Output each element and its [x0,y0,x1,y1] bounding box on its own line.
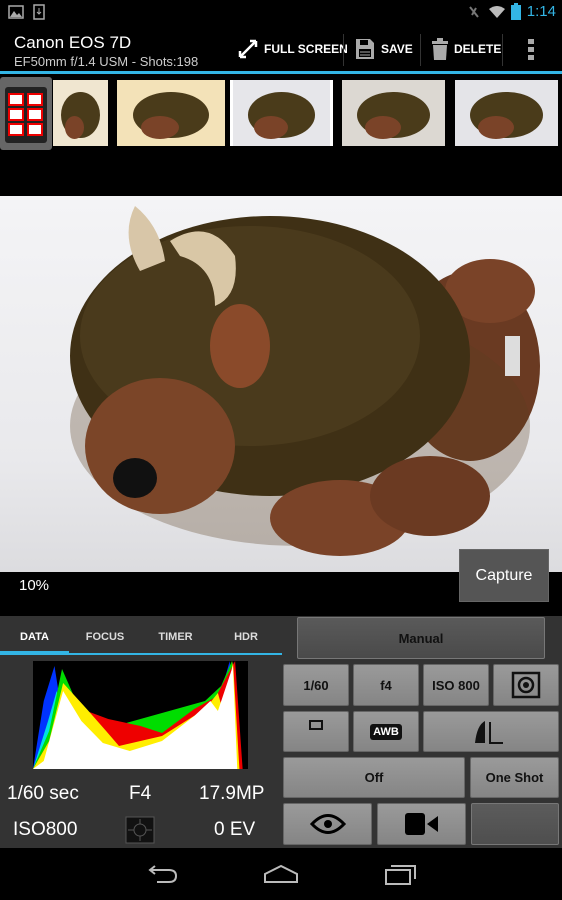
iso-readout: ISO800 [13,819,78,840]
expand-icon [238,39,258,59]
wifi-icon [489,6,505,18]
battery-icon [511,3,521,20]
zoom-level: 10% [19,577,50,594]
plush-bison-photo [70,206,540,556]
drive-off-button[interactable]: Off [283,757,465,798]
tab-data[interactable]: DATA [0,620,69,654]
recent-apps-icon[interactable] [384,862,418,886]
histogram [33,661,248,769]
camera-title: Canon EOS 7D [14,33,132,52]
thumbnail[interactable] [342,80,445,146]
aperture-readout: F4 [129,783,152,804]
grid-view-button[interactable] [0,77,52,150]
shutter-button[interactable]: 1/60 [283,664,349,706]
divider [343,34,344,66]
save-button[interactable]: SAVE [355,24,413,74]
live-view-button[interactable] [283,803,372,845]
live-view-image[interactable] [0,196,562,572]
aperture-button[interactable]: f4 [353,664,419,706]
tab-focus[interactable]: FOCUS [70,620,140,654]
action-bar: Canon EOS 7D EF50mm f/1.4 USM - Shots:19… [0,24,562,74]
image-quality-button[interactable] [423,711,559,752]
tab-indicator [0,651,69,655]
evaluative-metering-icon [511,671,541,699]
empty-button[interactable] [471,803,559,845]
ev-readout: 0 EV [214,819,256,840]
download-icon [33,4,45,20]
full-screen-label: FULL SCREEN [264,42,348,56]
capture-button[interactable]: Capture [459,549,549,602]
metering-button[interactable] [493,664,559,706]
thumbnail[interactable] [455,80,558,146]
delete-button[interactable]: DELETE [432,24,501,74]
divider [502,34,503,66]
back-icon[interactable] [145,864,179,884]
overflow-menu-icon[interactable] [528,39,534,61]
mute-icon [469,6,479,18]
thumbnail[interactable] [53,80,108,146]
grid-icon [5,87,47,143]
awb-badge: AWB [370,723,402,740]
save-label: SAVE [381,42,413,56]
lens-subtitle: EF50mm f/1.4 USM - Shots:198 [14,54,199,69]
control-panel: DATA FOCUS TIMER HDR 1/60 sec F4 17.9MP … [0,616,562,848]
gallery-icon [8,5,24,19]
iso-button[interactable]: ISO 800 [423,664,489,706]
drive-mode-button[interactable] [283,711,349,752]
trash-icon [432,38,448,60]
thumbnail[interactable] [230,80,333,146]
shutter-readout: 1/60 sec [7,783,79,804]
video-button[interactable] [377,803,466,845]
divider [420,34,421,66]
delete-label: DELETE [454,42,502,56]
white-balance-button[interactable]: AWB [353,711,419,752]
full-screen-button[interactable]: FULL SCREEN [238,24,348,74]
video-camera-icon [404,813,438,835]
mode-button[interactable]: Manual [297,617,545,659]
home-icon[interactable] [263,864,299,884]
clock: 1:14 [526,3,556,20]
thumbnail[interactable] [117,80,225,146]
af-mode-button[interactable]: One Shot [470,757,559,798]
tab-hdr[interactable]: HDR [211,620,281,654]
navigation-bar [0,848,562,900]
quality-large-icon [475,720,503,744]
status-bar: 1:14 [0,0,562,24]
filmstrip[interactable] [0,77,562,152]
eye-icon [309,814,346,834]
metering-icon [125,816,155,844]
resolution-readout: 17.9MP [199,783,265,804]
save-icon [356,39,374,59]
tab-timer[interactable]: TIMER [141,620,210,654]
single-shot-icon [309,720,323,730]
